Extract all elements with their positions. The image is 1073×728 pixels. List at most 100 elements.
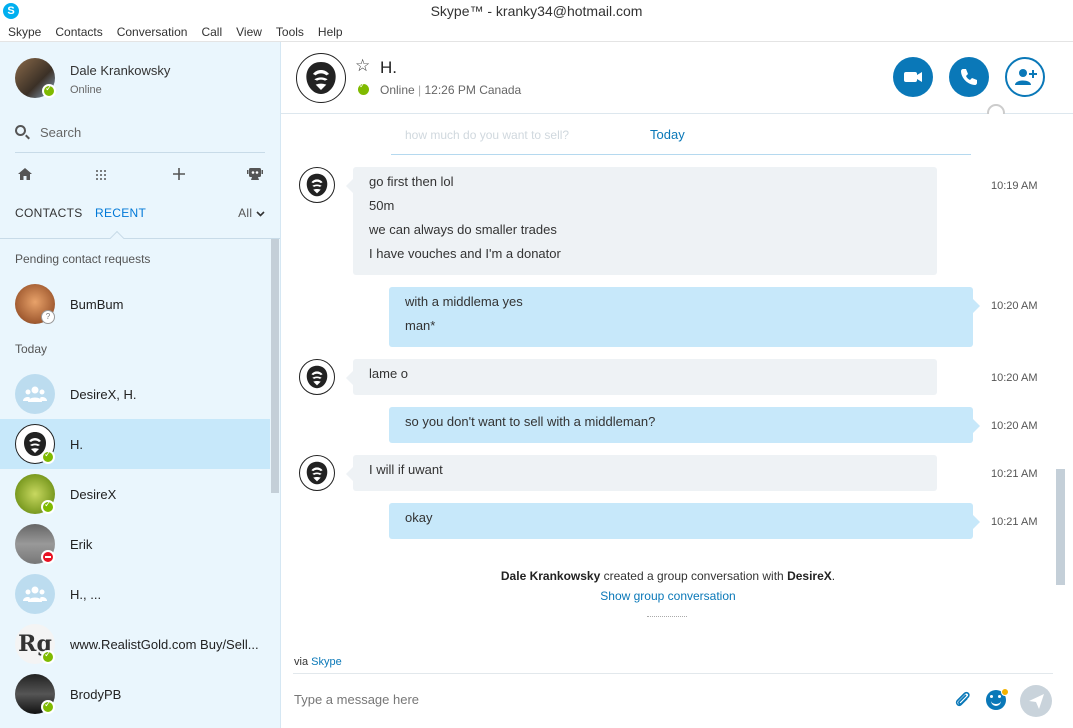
favorite-star-icon[interactable]: ☆ — [355, 56, 370, 76]
message-line: I have vouches and I'm a donator — [369, 246, 561, 261]
tab-recent[interactable]: RECENT — [95, 206, 146, 220]
message-bubble-incoming[interactable]: lame o — [346, 359, 937, 395]
sender-avatar[interactable] — [299, 455, 335, 491]
search-box[interactable]: Search — [15, 122, 265, 144]
message-bubble-outgoing[interactable]: with a middlema yes man* — [389, 287, 980, 347]
contact-name: Erik — [70, 537, 93, 552]
group-icon — [23, 586, 47, 602]
message-time: 10:21 AM — [991, 516, 1038, 528]
video-call-button[interactable] — [893, 57, 933, 97]
message-bubble-incoming[interactable]: I will if uwant — [346, 455, 937, 491]
contact-name: BumBum — [70, 297, 124, 312]
contact-item-h-group[interactable]: H., ... — [0, 569, 270, 619]
message-time: 10:19 AM — [991, 180, 1038, 192]
menu-view[interactable]: View — [236, 23, 262, 41]
window-title: Skype™ - kranky34@hotmail.com — [430, 3, 643, 19]
sidebar-toolbar — [15, 166, 265, 186]
faded-timestamp — [647, 616, 687, 620]
menu-conversation[interactable]: Conversation — [117, 23, 188, 41]
online-status-icon — [41, 450, 55, 464]
pending-status-icon: ? — [41, 310, 55, 324]
my-name: Dale Krankowsky — [70, 63, 171, 78]
lion-logo-icon — [306, 62, 336, 94]
contact-name: BrodyPB — [70, 687, 122, 702]
sidebar-scrollbar[interactable] — [271, 239, 279, 493]
filter-dropdown[interactable]: All — [238, 206, 265, 220]
contact-item-desirex[interactable]: DesireX — [0, 469, 270, 519]
dialpad-icon[interactable] — [91, 166, 111, 186]
dnd-status-icon — [41, 550, 55, 564]
message-bubble-outgoing[interactable]: so you don't want to sell with a middlem… — [389, 407, 980, 443]
message-line: 50m — [369, 198, 395, 213]
home-icon[interactable] — [15, 166, 35, 186]
add-icon[interactable] — [169, 166, 189, 186]
message-line: okay — [405, 510, 433, 525]
composer-divider — [293, 673, 1053, 674]
section-today: Today — [15, 342, 48, 356]
presence-status: Online — [380, 83, 415, 97]
local-time: 12:26 PM Canada — [424, 83, 522, 97]
menu-tools[interactable]: Tools — [276, 23, 304, 41]
menu-call[interactable]: Call — [201, 23, 222, 41]
message-history: how much do you want to sell? Today go f… — [281, 114, 1073, 654]
online-status-icon — [42, 84, 56, 98]
my-status[interactable]: Online — [70, 84, 102, 96]
contact-item-realistgold[interactable]: Rg www.RealistGold.com Buy/Sell... — [0, 619, 270, 669]
filter-dropdown-label: All — [238, 206, 253, 220]
message-bubble-outgoing[interactable]: okay — [389, 503, 980, 539]
contact-item-bumbum[interactable]: ? BumBum — [0, 279, 270, 329]
online-status-icon — [41, 500, 55, 514]
conversation-title: H. — [380, 58, 397, 77]
menu-help[interactable]: Help — [318, 23, 343, 41]
contact-item-brodypb[interactable]: BrodyPB — [0, 669, 270, 719]
online-status-icon — [41, 650, 55, 664]
contact-item-erik[interactable]: Erik — [0, 519, 270, 569]
show-group-conversation-link[interactable]: Show group conversation — [281, 589, 1055, 603]
sender-avatar[interactable] — [299, 167, 335, 203]
message-time: 10:21 AM — [991, 468, 1038, 480]
message-line: so you don't want to sell with a middlem… — [405, 414, 656, 429]
contact-name: DesireX — [70, 487, 117, 502]
emoticon-badge-icon — [1001, 688, 1009, 696]
contact-item-desirex-h[interactable]: DesireX, H. — [0, 369, 270, 419]
my-profile[interactable]: Dale Krankowsky Online — [15, 58, 265, 100]
attachment-icon[interactable] — [954, 690, 972, 710]
chat-scrollbar[interactable] — [1056, 469, 1065, 585]
group-created-event: Dale Krankowsky created a group conversa… — [281, 569, 1055, 583]
message-line: I will if uwant — [369, 462, 443, 477]
day-divider-label: Today — [650, 127, 685, 142]
menu-contacts[interactable]: Contacts — [55, 23, 102, 41]
event-text: created a group conversation with — [600, 569, 788, 583]
title-bar: S Skype™ - kranky34@hotmail.com — [0, 0, 1073, 23]
message-input[interactable]: Type a message here — [294, 692, 894, 707]
audio-call-button[interactable] — [949, 57, 989, 97]
menu-bar: Skype Contacts Conversation Call View To… — [0, 23, 1073, 42]
group-icon — [23, 386, 47, 402]
search-input[interactable]: Search — [40, 125, 81, 140]
contact-name: H., ... — [70, 587, 102, 602]
contact-avatar[interactable] — [296, 53, 346, 103]
video-camera-icon — [904, 72, 922, 82]
message-time: 10:20 AM — [991, 420, 1038, 432]
via-skype-link[interactable]: Skype — [311, 656, 342, 668]
event-target: DesireX — [787, 569, 832, 583]
online-status-icon — [41, 700, 55, 714]
send-button[interactable] — [1020, 685, 1052, 717]
chevron-down-icon — [256, 211, 265, 217]
sender-avatar[interactable] — [299, 359, 335, 395]
message-bubble-incoming[interactable]: go first then lol 50m we can always do s… — [346, 167, 937, 275]
online-status-icon — [358, 81, 369, 95]
add-person-icon — [1015, 69, 1037, 85]
message-line: with a middlema yes — [405, 294, 523, 309]
contact-tabs: CONTACTS RECENT All — [15, 206, 265, 224]
tab-contacts[interactable]: CONTACTS — [15, 206, 83, 220]
message-line: we can always do smaller trades — [369, 222, 557, 237]
add-participant-button[interactable] — [1005, 57, 1045, 97]
bot-icon[interactable] — [245, 166, 265, 186]
message-line: man* — [405, 318, 436, 333]
contact-item-h[interactable]: H. — [0, 419, 270, 469]
menu-skype[interactable]: Skype — [8, 23, 41, 41]
via-label: via Skype — [294, 656, 342, 668]
sidebar: Dale Krankowsky Online Search CONTACTS R… — [0, 42, 281, 728]
message-time: 10:20 AM — [991, 372, 1038, 384]
